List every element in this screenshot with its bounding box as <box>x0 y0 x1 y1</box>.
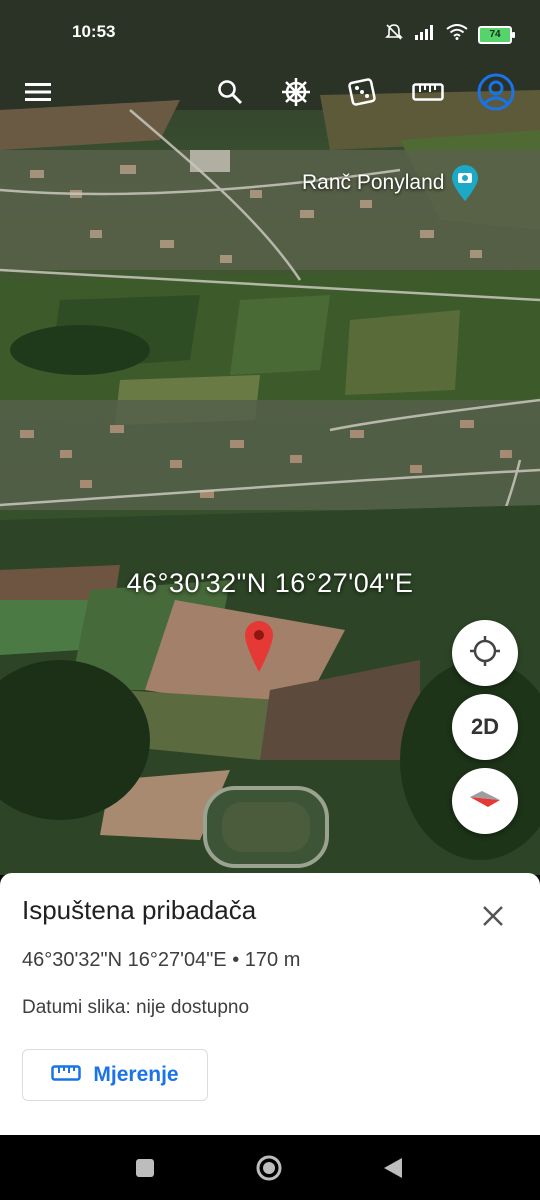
compass-button[interactable] <box>452 768 518 834</box>
view-mode-label: 2D <box>470 714 500 739</box>
my-location-icon <box>469 635 501 672</box>
signal-icon <box>414 24 436 45</box>
home-icon[interactable] <box>252 1151 286 1185</box>
place-label-text: Ranč Ponyland <box>302 171 445 194</box>
status-time: 10:53 <box>72 22 116 41</box>
measure-button-label: Mjerenje <box>93 1063 179 1086</box>
system-nav-bar <box>0 1135 540 1200</box>
pin-coordinates-overlay: 46°30'32"N 16°27'04"E <box>126 568 414 598</box>
view-mode-2d-button[interactable]: 2D <box>452 694 518 760</box>
wifi-icon <box>446 24 468 45</box>
recents-icon[interactable] <box>128 1151 162 1185</box>
sheet-coordinates-elevation: 46°30'32"N 16°27'04"E • 170 m <box>22 949 301 971</box>
photo-place-icon <box>450 164 480 202</box>
voyager-icon[interactable] <box>276 72 316 112</box>
status-bar: 10:53 74 <box>0 0 540 66</box>
sheet-title: Ispuštena pribadača <box>22 895 257 925</box>
pin-info-sheet: Ispuštena pribadača 46°30'32"N 16°27'04"… <box>0 873 540 1135</box>
account-icon[interactable] <box>476 72 516 112</box>
imagery-date: Datumi slika: nije dostupno <box>22 997 250 1018</box>
my-location-button[interactable] <box>452 620 518 686</box>
battery-icon: 74 <box>478 25 515 44</box>
feeling-lucky-icon[interactable] <box>342 72 382 112</box>
menu-icon[interactable] <box>18 72 58 112</box>
measure-button[interactable]: Mjerenje <box>22 1049 208 1101</box>
mute-icon <box>384 22 404 47</box>
top-toolbar <box>0 66 540 116</box>
status-icons: 74 <box>384 22 515 47</box>
dropped-pin-icon[interactable] <box>244 620 274 674</box>
measure-icon[interactable] <box>408 72 448 112</box>
search-icon[interactable] <box>210 72 250 112</box>
back-icon[interactable] <box>376 1151 410 1185</box>
google-earth-screen: 10:53 74 Ranč Ponyland 46°30'32"N 16°27'… <box>0 0 540 1200</box>
close-icon[interactable] <box>480 903 506 929</box>
compass-icon <box>468 789 502 814</box>
ruler-icon <box>51 1063 82 1087</box>
place-label[interactable]: Ranč Ponyland <box>302 164 480 202</box>
